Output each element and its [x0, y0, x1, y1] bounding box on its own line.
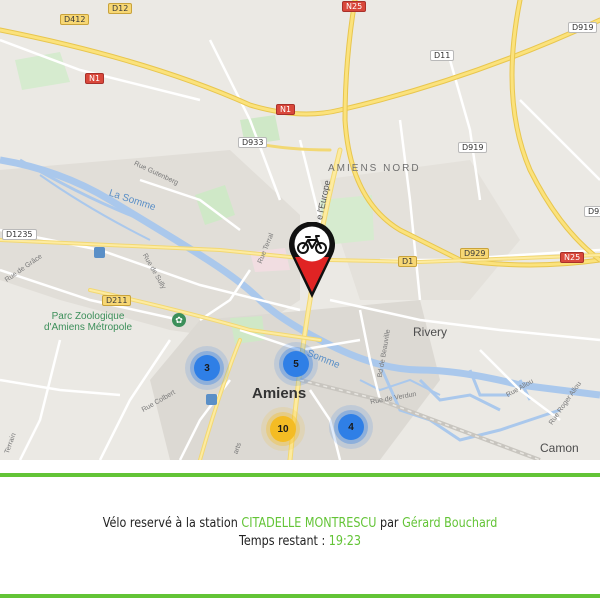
- road-shield: D919: [568, 22, 598, 33]
- road-shield: D412: [60, 14, 90, 25]
- road-shield: D11: [430, 50, 455, 61]
- paw-icon: ✿: [172, 313, 186, 327]
- time-line: Temps restant : 19:23: [42, 533, 558, 551]
- divider-bottom: [0, 594, 600, 598]
- divider-top: [0, 473, 600, 477]
- cluster-count: 10: [277, 423, 289, 435]
- reservation-line: Vélo reservé à la station CITADELLE MONT…: [42, 515, 558, 533]
- station-cluster[interactable]: 4: [338, 414, 364, 440]
- station-cluster[interactable]: 5: [283, 351, 309, 377]
- reservation-by: par: [379, 516, 399, 531]
- road-shield: D12: [108, 3, 133, 14]
- station-name: CITADELLE MONTRESCU: [241, 516, 377, 531]
- place-label-camon: Camon: [540, 441, 579, 455]
- user-name: Gérard Bouchard: [402, 516, 498, 531]
- road-shield: D919: [458, 142, 488, 153]
- zoo-label: Parc Zoologique d'Amiens Métropole: [44, 311, 133, 333]
- road-shield: D933: [238, 137, 268, 148]
- road-shield: N25: [560, 252, 585, 263]
- time-remaining: 19:23: [328, 534, 362, 549]
- road-shield: N1: [276, 104, 296, 115]
- city-label-amiens: Amiens: [252, 385, 307, 402]
- district-label: AMIENS NORD: [328, 163, 421, 174]
- road-shield: N25: [342, 1, 367, 12]
- train-station-icon: [206, 394, 217, 405]
- road-shield: D1: [398, 256, 418, 267]
- road-shield: D929: [460, 248, 490, 259]
- reservation-prefix: Vélo reservé à la station: [102, 516, 238, 531]
- road-shield: D211: [102, 295, 132, 306]
- map[interactable]: D412 D12 N25 D919 D11 N1 N1 D933 D919 D1…: [0, 0, 600, 460]
- road-shield: N1: [85, 73, 105, 84]
- train-station-icon: [94, 247, 105, 258]
- time-label: Temps restant :: [238, 534, 326, 549]
- place-label-rivery: Rivery: [413, 325, 448, 339]
- bike-station-marker[interactable]: [287, 222, 337, 300]
- cluster-count: 5: [293, 358, 299, 370]
- station-cluster[interactable]: 10: [270, 416, 296, 442]
- station-cluster[interactable]: 3: [194, 355, 220, 381]
- reservation-info: Vélo reservé à la station CITADELLE MONT…: [42, 515, 558, 551]
- road-shield: D92: [584, 206, 600, 217]
- road-shield: D1235: [2, 229, 37, 240]
- cluster-count: 3: [204, 362, 210, 374]
- cluster-count: 4: [348, 421, 354, 433]
